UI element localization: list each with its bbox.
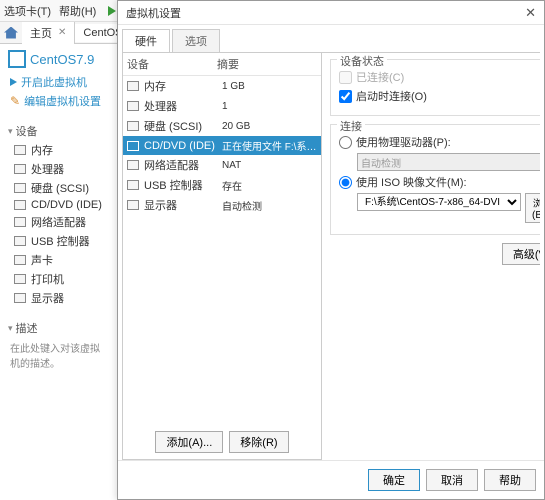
menu-help[interactable]: 帮助(H) — [59, 3, 96, 19]
iso-radio-row[interactable]: 使用 ISO 映像文件(M): — [339, 174, 540, 190]
printer-icon — [14, 274, 26, 284]
tab-home[interactable]: 主页 ✕ — [22, 22, 75, 44]
vm-title-row: CentOS7.9 — [8, 50, 109, 68]
hw-row-usb[interactable]: USB 控制器存在 — [123, 175, 321, 195]
hw-row-memory[interactable]: 内存1 GB — [123, 76, 321, 96]
connected-checkbox-row: 已连接(C) — [339, 69, 540, 85]
ok-button[interactable]: 确定 — [368, 469, 420, 491]
connection-legend: 连接 — [337, 118, 365, 134]
hardware-list-fill — [123, 215, 321, 425]
description-placeholder[interactable]: 在此处键入对该虚拟机的描述。 — [10, 340, 109, 370]
usb-icon — [127, 180, 139, 190]
hw-row-display[interactable]: 显示器自动检测 — [123, 195, 321, 215]
tab-options[interactable]: 选项 — [172, 29, 220, 52]
disk-icon — [127, 121, 139, 131]
disc-icon — [14, 200, 26, 210]
physical-drive-radio-row[interactable]: 使用物理驱动器(P): — [339, 134, 540, 150]
advanced-button[interactable]: 高级(V)... — [502, 243, 540, 265]
network-icon — [14, 217, 26, 227]
play-icon — [108, 6, 116, 16]
sidebar-item-network[interactable]: 网络适配器 — [14, 214, 109, 230]
help-button[interactable]: 帮助 — [484, 469, 536, 491]
memory-icon — [127, 81, 139, 91]
display-icon — [127, 200, 139, 210]
connect-at-poweron-row[interactable]: 启动时连接(O) — [339, 88, 540, 104]
cpu-icon — [127, 101, 139, 111]
dialog-title: 虚拟机设置 — [126, 5, 181, 21]
hardware-list: 设备 摘要 内存1 GB 处理器1 硬盘 (SCSI)20 GB CD/DVD … — [122, 53, 322, 460]
physical-drive-radio[interactable] — [339, 136, 352, 149]
vm-name: CentOS7.9 — [30, 52, 94, 67]
sidebar-item-memory[interactable]: 内存 — [14, 142, 109, 158]
settings-pane: 设备状态 已连接(C) 启动时连接(O) 连接 使用物理驱动器(P): 自动检测 — [322, 53, 540, 460]
pencil-icon: ✎ — [10, 94, 20, 108]
dialog-footer: 确定 取消 帮助 — [118, 460, 544, 499]
hardware-list-header: 设备 摘要 — [123, 53, 321, 76]
add-hardware-button[interactable]: 添加(A)... — [155, 431, 223, 453]
sidebar-item-printer[interactable]: 打印机 — [14, 271, 109, 287]
dialog-body: 设备 摘要 内存1 GB 处理器1 硬盘 (SCSI)20 GB CD/DVD … — [122, 52, 540, 460]
hw-row-cpu[interactable]: 处理器1 — [123, 96, 321, 116]
hw-row-cddvd[interactable]: CD/DVD (IDE)正在使用文件 F:\系统\CentO... — [123, 136, 321, 155]
sound-icon — [14, 255, 26, 265]
disk-icon — [14, 183, 26, 193]
physical-drive-select-row: 自动检测 — [357, 153, 540, 171]
usb-icon — [14, 236, 26, 246]
close-icon[interactable]: ✕ — [58, 27, 66, 38]
connected-checkbox — [339, 71, 352, 84]
sidebar-item-usb[interactable]: USB 控制器 — [14, 233, 109, 249]
connect-at-poweron-checkbox[interactable] — [339, 90, 352, 103]
description-header[interactable]: 描述 — [8, 320, 109, 336]
sidebar-item-display[interactable]: 显示器 — [14, 290, 109, 306]
hw-row-disk[interactable]: 硬盘 (SCSI)20 GB — [123, 116, 321, 136]
edit-settings-label: 编辑虚拟机设置 — [24, 93, 101, 109]
col-summary: 摘要 — [217, 56, 239, 72]
left-panel: CentOS7.9 开启此虚拟机 ✎ 编辑虚拟机设置 设备 内存 处理器 硬盘 … — [0, 44, 117, 500]
power-on-label: 开启此虚拟机 — [21, 74, 87, 90]
display-icon — [14, 293, 26, 303]
devices-header[interactable]: 设备 — [8, 123, 109, 139]
device-status-group: 设备状态 已连接(C) 启动时连接(O) — [330, 59, 540, 116]
device-status-legend: 设备状态 — [337, 53, 387, 69]
sidebar-item-sound[interactable]: 声卡 — [14, 252, 109, 268]
vm-logo-icon — [8, 50, 26, 68]
iso-path-row: F:\系统\CentOS-7-x86_64-DVI 浏览(B)... — [357, 193, 540, 223]
browse-button[interactable]: 浏览(B)... — [525, 193, 540, 223]
sidebar-item-disk[interactable]: 硬盘 (SCSI) — [14, 180, 109, 196]
home-icon[interactable] — [4, 27, 18, 39]
network-icon — [127, 160, 139, 170]
advanced-row: 高级(V)... — [330, 243, 540, 265]
dialog-tabs: 硬件 选项 — [118, 25, 544, 52]
hw-row-network[interactable]: 网络适配器NAT — [123, 155, 321, 175]
play-icon — [10, 78, 17, 86]
hardware-list-buttons: 添加(A)... 移除(R) — [123, 425, 321, 459]
col-device: 设备 — [127, 56, 217, 72]
tab-home-label: 主页 — [30, 25, 52, 41]
remove-hardware-button[interactable]: 移除(R) — [229, 431, 288, 453]
power-on-link[interactable]: 开启此虚拟机 — [10, 74, 109, 90]
physical-drive-select: 自动检测 — [357, 153, 540, 171]
tab-hardware[interactable]: 硬件 — [122, 29, 170, 52]
iso-radio[interactable] — [339, 176, 352, 189]
menu-options-card[interactable]: 选项卡(T) — [4, 3, 51, 19]
sidebar-item-cpu[interactable]: 处理器 — [14, 161, 109, 177]
cancel-button[interactable]: 取消 — [426, 469, 478, 491]
dialog-titlebar: 虚拟机设置 ✕ — [118, 1, 544, 25]
cpu-icon — [14, 164, 26, 174]
edit-settings-link[interactable]: ✎ 编辑虚拟机设置 — [10, 93, 109, 109]
iso-path-select[interactable]: F:\系统\CentOS-7-x86_64-DVI — [357, 193, 521, 211]
connection-group: 连接 使用物理驱动器(P): 自动检测 使用 ISO 映像文件(M): F:\系… — [330, 124, 540, 235]
vm-settings-dialog: 虚拟机设置 ✕ 硬件 选项 设备 摘要 内存1 GB 处理器1 硬盘 (SCSI… — [117, 0, 545, 500]
dialog-close-button[interactable]: ✕ — [525, 5, 536, 21]
disc-icon — [127, 141, 139, 151]
sidebar-item-cddvd[interactable]: CD/DVD (IDE) — [14, 199, 109, 211]
memory-icon — [14, 145, 26, 155]
